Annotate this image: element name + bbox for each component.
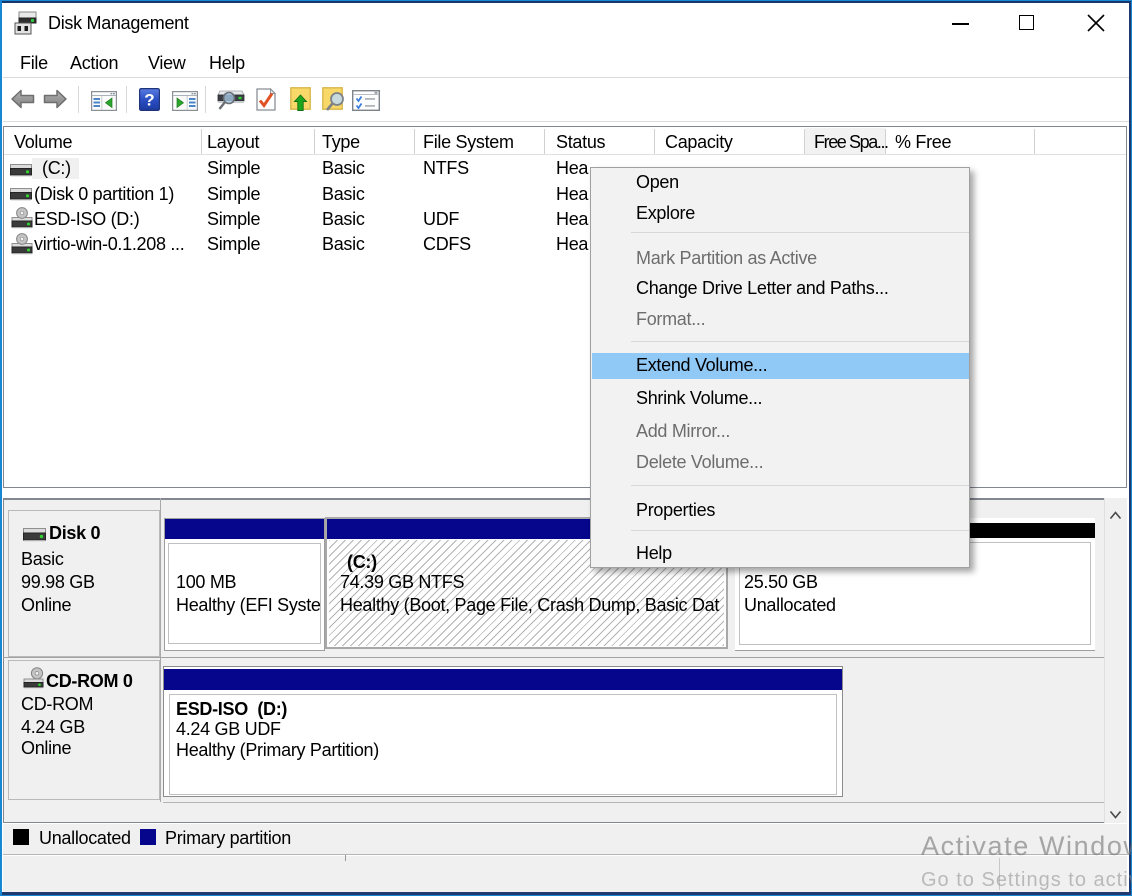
svg-text:?: ? [144,91,154,110]
